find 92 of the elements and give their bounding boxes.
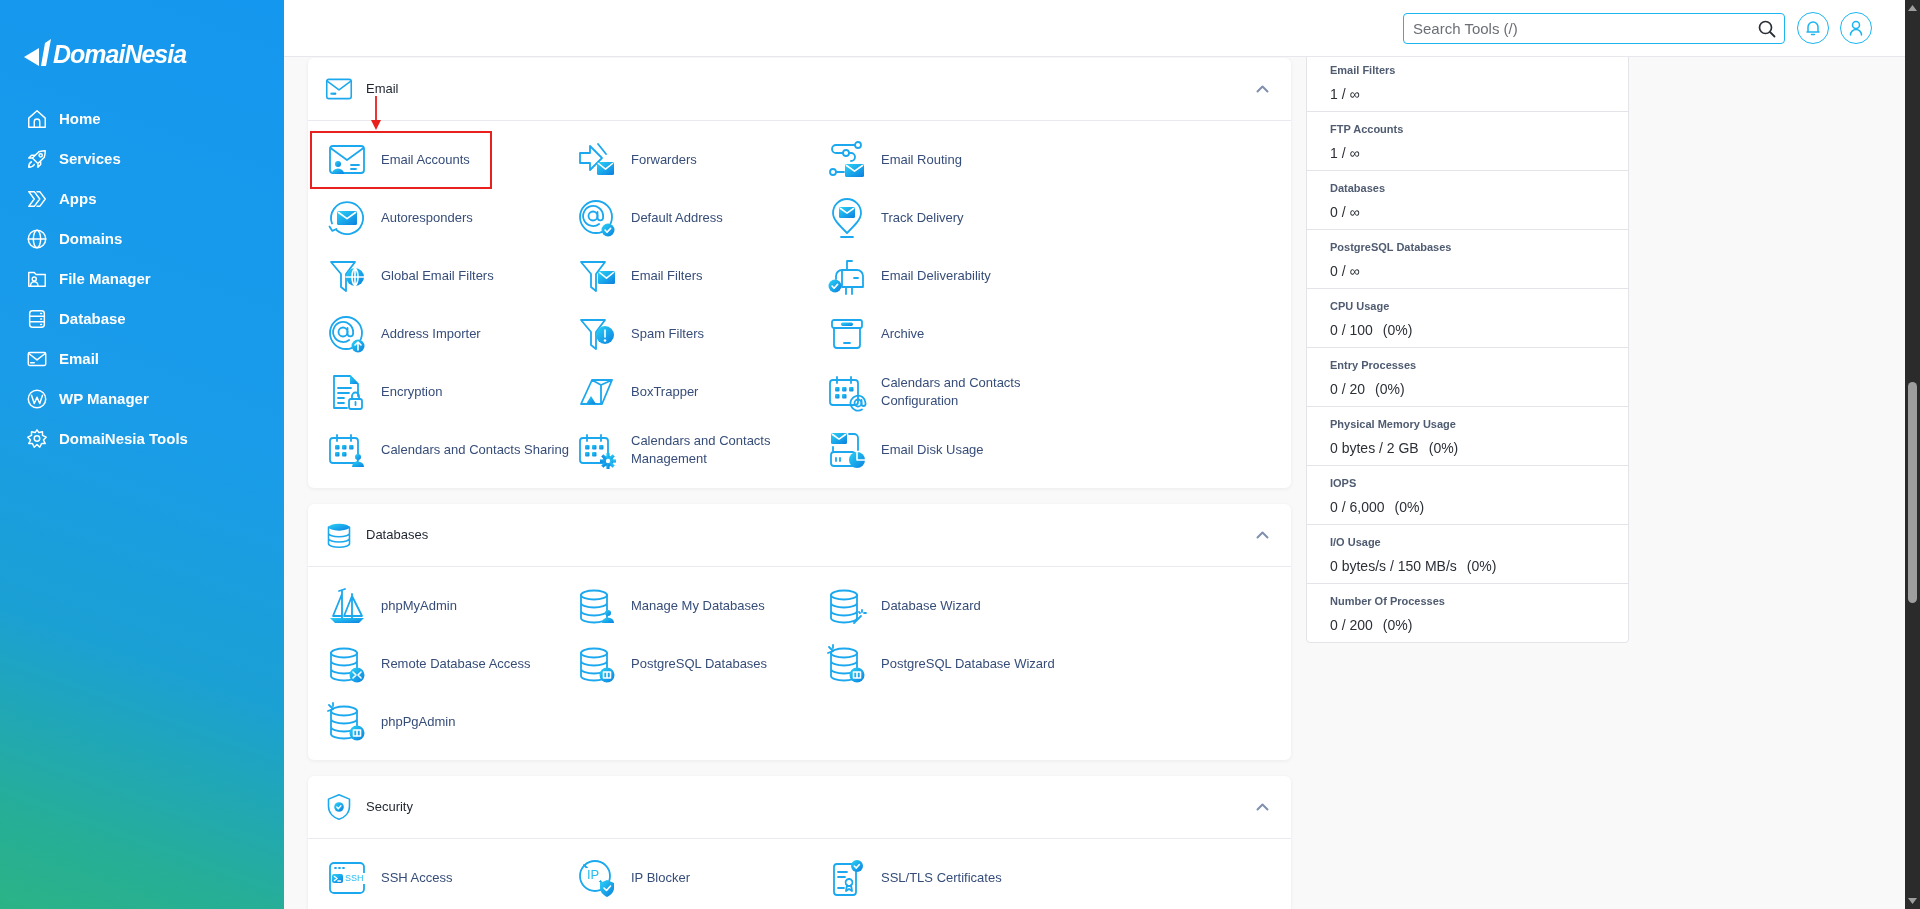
usage-percent: (0%) [1375, 380, 1405, 398]
tool-link[interactable]: Forwarders [577, 131, 697, 189]
usage-value: 0 / 20 [1330, 380, 1366, 398]
chevron-up-icon[interactable] [1256, 531, 1269, 539]
envelope-cycle-icon [327, 198, 367, 238]
usage-value: 1 / ∞ [1330, 144, 1360, 162]
icon-label: IP [586, 868, 601, 881]
usage-percent: (0%) [1394, 498, 1425, 516]
database-icon [325, 521, 353, 549]
tool-link[interactable]: Email Filters [577, 247, 703, 305]
tool-link[interactable]: Address Importer [327, 305, 481, 363]
tool-link[interactable]: phpMyAdmin [327, 577, 457, 635]
gear-icon [26, 428, 48, 450]
usage-label: Physical Memory Usage [1330, 417, 1457, 431]
usage-percent: (0%) [1382, 616, 1413, 634]
icon-label: SSH [344, 873, 365, 884]
tool-link[interactable]: Manage My Databases [577, 577, 765, 635]
tool-link[interactable]: Spam Filters [577, 305, 704, 363]
tool-link[interactable]: Email Accounts [310, 131, 492, 189]
section-title: Email [366, 80, 400, 99]
database-icon [26, 308, 48, 330]
section-title: Databases [366, 526, 430, 545]
usage-percent: (0%) [1428, 439, 1459, 457]
scroll-down-icon[interactable] [1908, 898, 1917, 904]
logo-mark-icon [24, 38, 52, 68]
usage-percent: (0%) [1382, 321, 1413, 339]
section-title: Security [366, 798, 414, 817]
scrollbar-thumb[interactable] [1908, 382, 1917, 603]
usage-label: IOPS [1330, 476, 1358, 490]
tool-link[interactable]: Default Address [577, 189, 723, 247]
usage-value: 0 / 6,000 [1330, 498, 1385, 516]
usage-label: I/O Usage [1330, 535, 1382, 549]
usage-label: Entry Processes [1330, 358, 1418, 372]
user-icon [1849, 20, 1863, 36]
annotation-arrow [371, 96, 381, 130]
tool-link[interactable]: Email Disk Usage [827, 421, 984, 479]
usage-value: 0 / 200 [1330, 616, 1373, 634]
usage-label: Databases [1330, 181, 1387, 195]
search-icon[interactable] [1758, 19, 1776, 38]
usage-label: FTP Accounts [1330, 122, 1405, 136]
usage-value: 1 / ∞ [1330, 85, 1360, 103]
disk-chart-icon [827, 430, 867, 470]
tool-link[interactable]: phpPgAdmin [327, 693, 456, 751]
tool-link[interactable]: SSH SSH Access [327, 849, 453, 907]
route-envelope-icon [827, 140, 867, 180]
rocket-icon [26, 148, 48, 170]
database-badge-icon [827, 644, 867, 684]
tool-link[interactable]: Archive [827, 305, 925, 363]
database-badge-icon [327, 702, 367, 742]
tool-link[interactable]: Encryption [327, 363, 443, 421]
globe-icon [26, 228, 48, 250]
chevron-up-icon[interactable] [1256, 85, 1269, 93]
circle-w-icon [26, 388, 48, 410]
usage-value: 0 / ∞ [1330, 203, 1360, 221]
scrollbar-track[interactable] [1905, 0, 1920, 909]
tool-link[interactable]: PostgreSQL Database Wizard [827, 635, 1055, 693]
search-field[interactable]: Search Tools (/) [1403, 12, 1785, 44]
usage-label: Email Filters [1330, 63, 1397, 77]
tool-link[interactable]: Autoresponders [327, 189, 473, 247]
chevrons-icon [26, 188, 48, 210]
tool-link[interactable]: BoxTrapper [577, 363, 699, 421]
tool-link[interactable]: Remote Database Access [327, 635, 531, 693]
tool-link[interactable]: Database Wizard [827, 577, 981, 635]
account-button[interactable] [1840, 12, 1872, 44]
tool-link[interactable]: Email Deliverability [827, 247, 991, 305]
scroll-up-icon[interactable] [1908, 5, 1917, 11]
usage-value: 0 / 100 [1330, 321, 1373, 339]
at-sign-upload-icon [327, 314, 367, 354]
notifications-button[interactable] [1797, 12, 1829, 44]
usage-label: Number Of Processes [1330, 594, 1446, 608]
chevron-up-icon[interactable] [1256, 803, 1269, 811]
usage-value: 0 bytes / 2 GB [1330, 439, 1419, 457]
tool-link[interactable]: Global Email Filters [327, 247, 494, 305]
tool-link[interactable]: IP IP Blocker [577, 849, 690, 907]
tool-link[interactable]: SSL/TLS Certificates [827, 849, 1002, 907]
brand-name: DomaiNesia [53, 40, 187, 68]
tool-link[interactable]: Email Routing [827, 131, 962, 189]
home-icon [26, 108, 48, 130]
usage-label: CPU Usage [1330, 299, 1391, 313]
shield-check-icon [325, 793, 353, 821]
tool-link[interactable]: Calendars and Contacts Management [577, 421, 821, 479]
usage-value: 0 / ∞ [1330, 262, 1360, 280]
tool-link[interactable]: Track Delivery [827, 189, 964, 247]
usage-value: 0 bytes/s / 150 MB/s [1330, 557, 1457, 575]
shield-circle-icon [577, 858, 617, 898]
tool-link[interactable]: Calendars and Contacts Sharing [327, 421, 569, 479]
usage-percent: (0%) [1466, 557, 1497, 575]
tool-link[interactable]: Calendars and Contacts Configuration [827, 363, 1071, 421]
tool-link[interactable]: PostgreSQL Databases [577, 635, 768, 693]
at-sign-check-icon [577, 198, 617, 238]
usage-label: PostgreSQL Databases [1330, 240, 1453, 254]
bell-icon [1806, 20, 1820, 36]
